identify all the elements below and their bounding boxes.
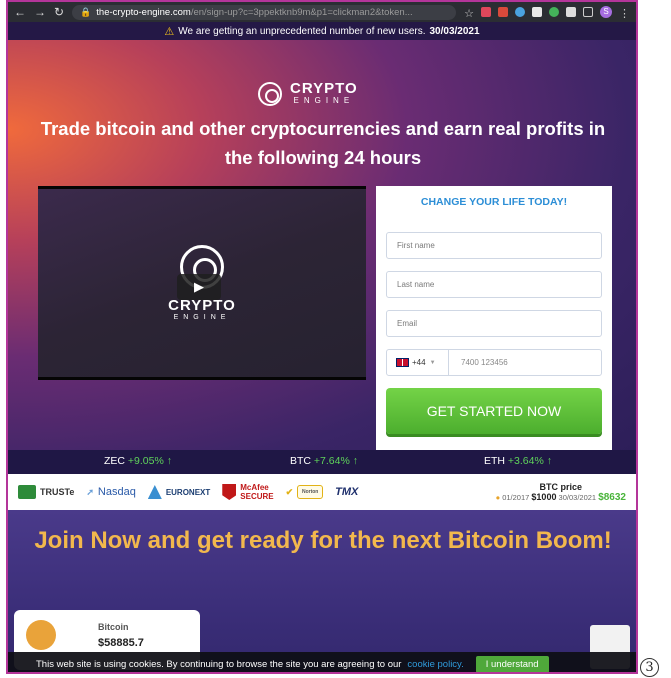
btc-new-date: 30/03/2021 bbox=[558, 492, 597, 502]
address-bar[interactable]: 🔒 the-crypto-engine.com /en/sign-up?c=3p… bbox=[72, 4, 457, 20]
video-logo-line2: ENGINE bbox=[173, 314, 231, 321]
logo-line1: CRYPTO bbox=[290, 80, 358, 97]
video-logo: ▶ CRYPTO ENGINE bbox=[162, 245, 242, 321]
checkmark-icon: ✔ bbox=[285, 486, 294, 497]
phone-field: +44 ▼ 7400 123456 bbox=[386, 349, 602, 376]
join-title: Join Now and get ready for the next Bitc… bbox=[34, 527, 612, 554]
ticker-change: +7.64% bbox=[313, 455, 350, 467]
last-name-field[interactable]: Last name bbox=[386, 271, 602, 298]
reload-icon[interactable]: ↻ bbox=[54, 5, 64, 19]
extension-icon[interactable] bbox=[549, 7, 559, 17]
play-icon[interactable]: ▶ bbox=[177, 274, 221, 300]
chevron-down-icon: ▼ bbox=[429, 359, 436, 366]
ticker-change: +3.64% bbox=[507, 455, 544, 467]
signup-form: CHANGE YOUR LIFE TODAY! First name Last … bbox=[376, 186, 612, 452]
up-arrow-icon: ↑ bbox=[546, 455, 552, 467]
uk-flag-icon bbox=[396, 358, 409, 367]
price-ticker: ZEC +9.05% ↑ BTC +7.64% ↑ ETH +3.64% ↑ bbox=[8, 450, 636, 474]
ticker-item: ZEC +9.05% ↑ bbox=[104, 455, 172, 467]
alert-bar: ⚠ We are getting an unprecedented number… bbox=[8, 22, 636, 40]
ticker-symbol: BTC bbox=[290, 455, 311, 467]
back-arrow-icon[interactable]: ← bbox=[14, 5, 26, 19]
btc-price-title: BTC price bbox=[539, 481, 583, 492]
truste-badge: TRUSTe bbox=[18, 485, 74, 499]
alert-text: We are getting an unprecedented number o… bbox=[178, 25, 426, 37]
url-path: /en/sign-up?c=3ppektknb9m&p1=clickman2&t… bbox=[190, 6, 413, 18]
extension-icon[interactable] bbox=[515, 7, 525, 17]
site-logo[interactable]: CRYPTO ENGINE bbox=[258, 80, 358, 106]
promo-video[interactable]: ▶ CRYPTO ENGINE bbox=[38, 186, 366, 380]
cookie-banner: This web site is using cookies. By conti… bbox=[8, 652, 636, 672]
lock-icon: 🔒 bbox=[80, 6, 92, 17]
bitcoin-coin-icon: ● bbox=[495, 492, 501, 502]
page-frame: ← → ↻ 🔒 the-crypto-engine.com /en/sign-u… bbox=[6, 0, 638, 674]
euronext-icon bbox=[147, 485, 162, 499]
url-domain: the-crypto-engine.com bbox=[96, 6, 191, 18]
euronext-label: EURONEXT bbox=[165, 487, 211, 497]
extension-icon[interactable] bbox=[532, 7, 542, 17]
euronext-badge: EURONEXT bbox=[147, 485, 211, 499]
hero-section: CRYPTO ENGINE Trade bitcoin and other cr… bbox=[8, 40, 636, 488]
browser-toolbar: ← → ↻ 🔒 the-crypto-engine.com /en/sign-u… bbox=[8, 2, 636, 22]
ticker-change: +9.05% bbox=[127, 455, 164, 467]
norton-badge: ✔ Norton bbox=[286, 485, 324, 499]
ticker-symbol: ETH bbox=[484, 455, 505, 467]
mcafee-line2: SECURE bbox=[240, 492, 274, 501]
norton-label: Norton bbox=[297, 485, 324, 499]
ticker-item: ETH +3.64% ↑ bbox=[484, 455, 552, 467]
nasdaq-label: Nasdaq bbox=[97, 486, 136, 498]
get-started-button[interactable]: GET STARTED NOW bbox=[386, 388, 602, 434]
trust-badges-bar: TRUSTe ➚ Nasdaq EURONEXT McAfee SECURE ✔… bbox=[8, 474, 636, 510]
cookie-accept-button[interactable]: I understand bbox=[475, 655, 549, 672]
truste-label: TRUSTe bbox=[40, 487, 75, 497]
notification-coin-name: Bitcoin bbox=[98, 622, 129, 632]
ticker-item: BTC +7.64% ↑ bbox=[290, 455, 358, 467]
mcafee-line1: McAfee bbox=[240, 483, 269, 492]
email-field[interactable]: Email bbox=[386, 310, 602, 337]
extension-icon[interactable] bbox=[498, 7, 508, 17]
up-arrow-icon: ↑ bbox=[352, 455, 358, 467]
cookie-text: This web site is using cookies. By conti… bbox=[36, 658, 402, 670]
ticker-symbol: ZEC bbox=[104, 455, 125, 467]
mcafee-shield-icon bbox=[222, 484, 237, 500]
btc-price-box: BTC price ● 01/2017 $1000 30/03/2021 $86… bbox=[496, 482, 626, 503]
mcafee-label: McAfee SECURE bbox=[240, 483, 273, 501]
btc-new-price: $8632 bbox=[598, 491, 626, 503]
country-code: +44 bbox=[412, 358, 426, 367]
extension-icon[interactable] bbox=[481, 7, 491, 17]
cast-icon[interactable] bbox=[583, 7, 593, 17]
tmx-label: TMX bbox=[335, 486, 359, 498]
forward-arrow-icon[interactable]: → bbox=[34, 5, 46, 19]
up-arrow-icon: ↑ bbox=[166, 455, 172, 467]
nasdaq-badge: ➚ Nasdaq bbox=[86, 486, 135, 498]
tmx-badge: TMX bbox=[335, 486, 358, 498]
bitcoin-coin-icon bbox=[26, 620, 56, 650]
kebab-menu-icon[interactable]: ⋮ bbox=[619, 7, 630, 20]
corner-number-mark: 3 bbox=[640, 658, 659, 677]
alert-date: 30/03/2021 bbox=[429, 25, 480, 37]
puzzle-icon[interactable] bbox=[566, 7, 576, 17]
country-code-select[interactable]: +44 ▼ bbox=[387, 350, 449, 375]
logo-line2: ENGINE bbox=[293, 96, 355, 105]
truste-icon bbox=[18, 485, 36, 499]
form-title: CHANGE YOUR LIFE TODAY! bbox=[420, 196, 568, 208]
first-name-field[interactable]: First name bbox=[386, 232, 602, 259]
btc-old-price: $1000 bbox=[531, 491, 557, 502]
logo-mark-icon bbox=[258, 82, 282, 106]
extension-icons: ☆ S ⋮ bbox=[464, 6, 630, 20]
mcafee-badge: McAfee SECURE bbox=[222, 483, 274, 501]
notification-coin-value: $58885.7 bbox=[98, 637, 144, 649]
star-icon[interactable]: ☆ bbox=[464, 7, 474, 20]
page-headline: Trade bitcoin and other cryptocurrencies… bbox=[40, 118, 606, 168]
join-section: Join Now and get ready for the next Bitc… bbox=[8, 510, 636, 672]
profile-avatar[interactable]: S bbox=[600, 6, 612, 18]
cookie-policy-link[interactable]: cookie policy. bbox=[407, 659, 463, 670]
nasdaq-icon: ➚ bbox=[86, 486, 94, 497]
btc-old-date: 01/2017 bbox=[502, 492, 530, 502]
phone-input[interactable]: 7400 123456 bbox=[449, 358, 508, 367]
warning-icon: ⚠ bbox=[164, 25, 175, 38]
